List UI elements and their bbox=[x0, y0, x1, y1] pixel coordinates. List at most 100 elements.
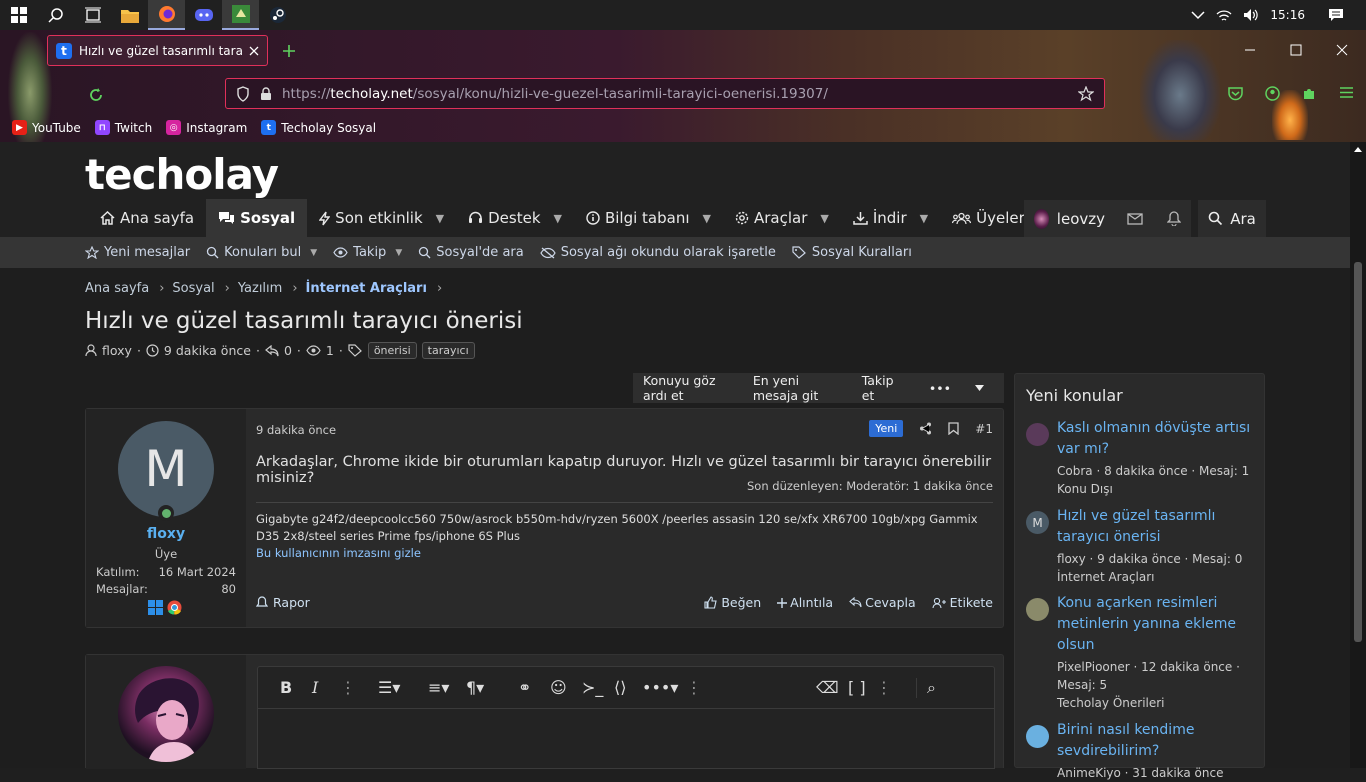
forum-link[interactable]: İnternet Araçları bbox=[1057, 568, 1252, 586]
hide-signature-link[interactable]: Bu kullanıcının imzasını gizle bbox=[256, 545, 993, 562]
thread-link[interactable]: Birini nasıl kendime sevdirebilirim? bbox=[1057, 720, 1252, 762]
italic-icon[interactable]: I bbox=[312, 678, 340, 697]
nav-item[interactable]: İndir ▼ bbox=[841, 199, 940, 237]
forum-link[interactable]: Techolay Önerileri bbox=[1057, 694, 1252, 712]
windows-start-icon[interactable] bbox=[0, 0, 37, 30]
bold-icon[interactable]: B bbox=[280, 678, 312, 697]
search-button[interactable]: Ara bbox=[1198, 200, 1266, 237]
breadcrumb-item[interactable]: Sosyal bbox=[172, 281, 214, 296]
inbox-icon[interactable] bbox=[1127, 212, 1143, 225]
bell-icon[interactable] bbox=[1167, 211, 1181, 226]
clear-formatting-icon[interactable]: ⌫ bbox=[816, 678, 848, 697]
avatar[interactable] bbox=[118, 666, 214, 762]
firefox-icon[interactable] bbox=[148, 0, 185, 30]
bookmark-item[interactable]: ⊓ Twitch bbox=[94, 120, 152, 135]
close-tab-icon[interactable] bbox=[249, 46, 259, 56]
search-icon[interactable] bbox=[37, 0, 74, 30]
more-insert-icon[interactable]: •••▾ bbox=[642, 678, 686, 697]
thread-link[interactable]: Kaslı olmanın dövüşte artısı var mı? bbox=[1057, 418, 1252, 460]
chevron-down-icon[interactable]: ▼ bbox=[436, 212, 444, 225]
bookmark-item[interactable]: ◎ Instagram bbox=[166, 120, 247, 135]
scrollbar[interactable] bbox=[1350, 142, 1366, 768]
subnav-item[interactable]: Sosyal ağı okundu olarak işaretle bbox=[540, 245, 776, 260]
thread-link[interactable]: Konu açarken resimleri metinlerin yanına… bbox=[1057, 593, 1252, 656]
discord-icon[interactable] bbox=[185, 0, 222, 30]
volume-icon[interactable] bbox=[1243, 8, 1259, 22]
nav-item[interactable]: Destek ▼ bbox=[456, 199, 574, 237]
nav-item[interactable]: Araçlar ▼ bbox=[723, 199, 841, 237]
chevron-down-icon[interactable]: ▼ bbox=[554, 212, 562, 225]
maximize-icon[interactable] bbox=[1290, 44, 1302, 56]
breadcrumb-item[interactable]: Ana sayfa bbox=[85, 281, 149, 296]
chevron-down-icon[interactable]: ▼ bbox=[703, 212, 711, 225]
code-block-icon[interactable]: ⟨⟩ bbox=[614, 678, 642, 697]
bookmark-item[interactable]: t Techolay Sosyal bbox=[261, 120, 376, 135]
nav-item[interactable]: Sosyal bbox=[206, 199, 308, 237]
thread-author[interactable]: floxy bbox=[102, 343, 132, 358]
link-icon[interactable]: ⚭ bbox=[518, 678, 550, 697]
bookmark-item[interactable]: ▶ YouTube bbox=[12, 120, 81, 135]
url-bar[interactable]: https://techolay.net/sosyal/konu/hizli-v… bbox=[225, 78, 1105, 109]
browser-tab[interactable]: t Hızlı ve güzel tasarımlı tarayıcı ö bbox=[47, 35, 268, 66]
task-view-icon[interactable] bbox=[74, 0, 111, 30]
bookmark-icon[interactable] bbox=[948, 422, 959, 435]
account-icon[interactable] bbox=[1265, 86, 1280, 101]
extensions-icon[interactable] bbox=[1302, 86, 1317, 101]
subnav-item[interactable]: Sosyal Kuralları bbox=[792, 245, 912, 260]
subnav-item[interactable]: Yeni mesajlar bbox=[85, 245, 190, 260]
ignore-thread-button[interactable]: Konuyu göz ardı et bbox=[633, 373, 743, 403]
avatar[interactable]: M bbox=[1026, 511, 1049, 534]
tag-chip[interactable]: önerisi bbox=[367, 342, 417, 359]
reply-button[interactable]: Cevapla bbox=[849, 595, 916, 610]
share-icon[interactable] bbox=[919, 422, 932, 435]
shield-icon[interactable] bbox=[236, 85, 250, 102]
avatar[interactable] bbox=[1026, 598, 1049, 621]
tag-chip[interactable]: tarayıcı bbox=[421, 342, 475, 359]
more-text-options-icon[interactable]: ⋮ bbox=[340, 678, 378, 697]
chevron-down-icon[interactable]: ▼ bbox=[920, 212, 928, 225]
scroll-up-icon[interactable] bbox=[1354, 147, 1362, 152]
minimize-icon[interactable] bbox=[1244, 44, 1256, 56]
thread-time[interactable]: 9 dakika önce bbox=[164, 343, 251, 358]
post-username[interactable]: floxy bbox=[86, 526, 246, 542]
quote-button[interactable]: Alıntıla bbox=[777, 595, 833, 610]
message-editor[interactable]: B I ⋮ ☰▾ ≡▾ ¶▾ ⚭ ☺ ≻_ ⟨⟩ •••▾ ⋮ ⌫ [ ] ⋮ … bbox=[257, 666, 995, 769]
pocket-icon[interactable] bbox=[1228, 86, 1243, 101]
more-options-icon[interactable]: ⋮ bbox=[686, 678, 816, 697]
user-menu[interactable]: leovzy bbox=[1024, 200, 1191, 237]
chevron-down-icon[interactable]: ▼ bbox=[310, 248, 317, 258]
like-button[interactable]: Beğen bbox=[704, 595, 761, 610]
notifications-icon[interactable] bbox=[1328, 8, 1344, 22]
tag-user-button[interactable]: Etikete bbox=[932, 595, 993, 610]
file-explorer-icon[interactable] bbox=[111, 0, 148, 30]
code-inline-icon[interactable]: ≻_ bbox=[582, 678, 614, 697]
report-button[interactable]: Rapor bbox=[256, 595, 310, 610]
nav-item[interactable]: Son etkinlik ▼ bbox=[307, 199, 456, 237]
breadcrumb-item[interactable]: Yazılım bbox=[238, 281, 282, 296]
bbcode-icon[interactable]: [ ] bbox=[848, 678, 876, 697]
list-icon[interactable]: ☰▾ bbox=[378, 678, 428, 697]
wifi-icon[interactable] bbox=[1216, 9, 1232, 22]
menu-icon[interactable] bbox=[1339, 86, 1354, 101]
new-tab-icon[interactable] bbox=[282, 44, 296, 58]
avatar[interactable]: M bbox=[118, 421, 214, 517]
avatar[interactable] bbox=[1026, 423, 1049, 446]
chevron-up-icon[interactable] bbox=[1191, 10, 1205, 20]
avatar[interactable] bbox=[1026, 725, 1049, 748]
editor-more-icon[interactable]: ⋮ bbox=[876, 678, 916, 697]
lock-icon[interactable] bbox=[260, 86, 272, 101]
more-actions-button[interactable]: ••• bbox=[909, 381, 1004, 396]
bookmark-star-icon[interactable] bbox=[1078, 85, 1094, 102]
paragraph-icon[interactable]: ¶▾ bbox=[466, 678, 518, 697]
reload-icon[interactable] bbox=[88, 87, 104, 103]
follow-button[interactable]: Takip et bbox=[852, 373, 909, 403]
thread-link[interactable]: Hızlı ve güzel tasarımlı tarayıcı öneris… bbox=[1057, 506, 1252, 548]
preview-icon[interactable]: ⌕ bbox=[916, 677, 946, 698]
post-number[interactable]: #1 bbox=[975, 422, 993, 436]
forum-link[interactable]: Konu Dışı bbox=[1057, 480, 1252, 498]
username[interactable]: leovzy bbox=[1057, 210, 1105, 228]
nav-item[interactable]: Ana sayfa bbox=[88, 199, 206, 237]
chevron-down-icon[interactable]: ▼ bbox=[820, 212, 828, 225]
subnav-item[interactable]: Takip ▼ bbox=[333, 245, 402, 260]
subnav-item[interactable]: Konuları bul ▼ bbox=[206, 245, 317, 260]
